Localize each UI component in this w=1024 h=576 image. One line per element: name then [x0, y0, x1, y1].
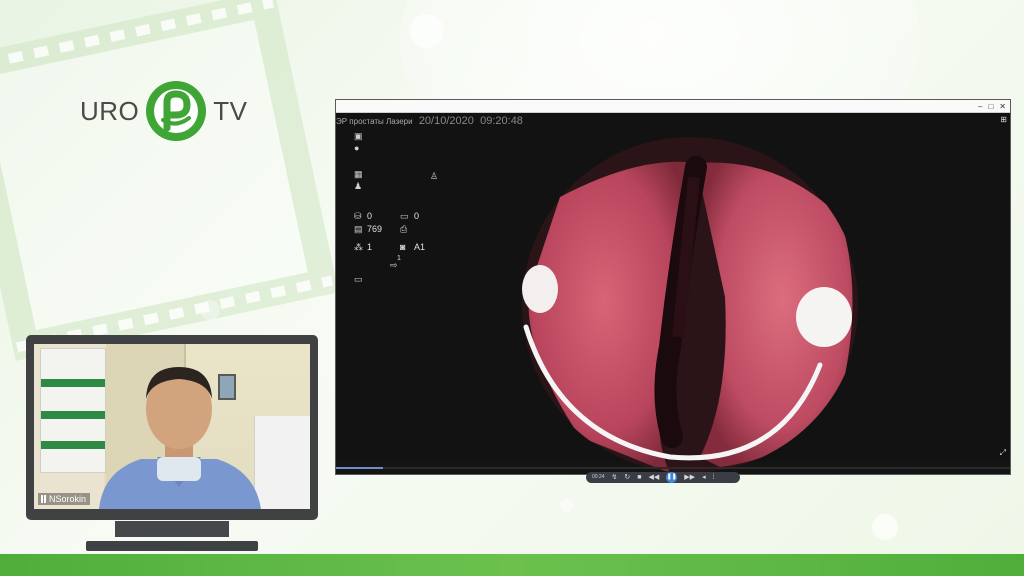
- fast-forward-icon[interactable]: ▶▶: [684, 473, 695, 482]
- presenter-name: NSorokin: [49, 494, 87, 504]
- bokeh-dot: [200, 300, 220, 320]
- close-icon[interactable]: ✕: [999, 102, 1006, 111]
- settings-icon[interactable]: ⁞: [713, 473, 715, 482]
- patient-icon: ●: [354, 143, 360, 153]
- counter-d: 1: [367, 242, 373, 252]
- recording-date: 20/10/2020: [418, 115, 474, 127]
- monitor-stand: [115, 521, 229, 537]
- volume-icon[interactable]: ◂: [702, 473, 706, 482]
- procedure-title: ЭР простаты Лазери: [336, 117, 413, 126]
- counter-e: A1: [414, 242, 426, 252]
- stop-icon[interactable]: ■: [637, 473, 641, 482]
- film-strip-decoration: [0, 0, 339, 361]
- webcam-feed: NSorokin: [34, 344, 310, 509]
- playback-time: 00:24: [592, 474, 605, 480]
- presenter-name-tag: NSorokin: [38, 493, 91, 505]
- fullscreen-icon[interactable]: ⤢: [1000, 448, 1006, 458]
- logo-mark-icon: [146, 81, 207, 141]
- bottom-green-bar: [0, 554, 1024, 576]
- logo-right-text: TV: [213, 95, 248, 126]
- counter-b: 0: [414, 211, 420, 221]
- bokeh-dot: [410, 14, 444, 48]
- window-controls: – □ ✕: [978, 102, 1006, 111]
- minimize-icon[interactable]: –: [978, 102, 982, 111]
- camera-icon: ▭: [400, 211, 409, 221]
- replay-icon[interactable]: ↻: [624, 473, 630, 482]
- playback-progress[interactable]: [336, 467, 1010, 469]
- snapshot-icon[interactable]: ↯: [612, 473, 618, 482]
- bokeh-dot: [560, 498, 574, 512]
- people-icon: ♟: [354, 181, 363, 191]
- database-icon: ⛁: [354, 211, 362, 221]
- bokeh-dot: [638, 20, 664, 46]
- grid-view-icon[interactable]: ⊞: [1000, 115, 1007, 124]
- video-area: ЭР простаты Лазери 20/10/2020 09:20:48 ⊞…: [336, 113, 1010, 483]
- rewind-icon[interactable]: ◀◀: [649, 473, 660, 482]
- logo-left-text: URO: [80, 95, 140, 126]
- endoscope-view: [522, 137, 858, 473]
- recording-time: 09:20:48: [480, 115, 523, 127]
- endoscopy-app-window: – □ ✕ ЭР простаты Лазери 20/10/2020 09:2…: [335, 99, 1011, 483]
- counter-c: 769: [367, 224, 383, 234]
- bokeh-dot: [872, 514, 898, 540]
- recording-info: ЭР простаты Лазери 20/10/2020 09:20:48: [336, 115, 523, 127]
- pause-icon[interactable]: ❚❚: [666, 472, 678, 483]
- maximize-icon[interactable]: □: [988, 102, 993, 111]
- calendar-icon: ▦: [354, 169, 363, 179]
- comment-icon: ▭: [354, 274, 363, 284]
- presenter-monitor: NSorokin: [26, 335, 318, 520]
- storage-icon: ▤: [354, 224, 363, 234]
- playback-controls: 00:24 ↯ ↻ ■ ◀◀ ❚❚ ▶▶ ◂ ⁞: [586, 472, 740, 483]
- capture-icon: ◙: [400, 242, 406, 252]
- monitor-base: [86, 541, 258, 551]
- person-icon: ♙: [430, 171, 439, 181]
- counter-a: 0: [367, 211, 373, 221]
- presenter-avatar: [99, 367, 261, 509]
- printer-icon: ⎙: [400, 224, 408, 234]
- id-card-icon: ▣: [354, 131, 363, 141]
- urotv-logo: URO TV: [80, 78, 248, 144]
- export-icon: ⇨: [390, 260, 398, 270]
- progress-fill: [336, 467, 384, 469]
- cluster-icon: ⁂: [354, 242, 363, 252]
- window-titlebar: – □ ✕: [336, 100, 1010, 113]
